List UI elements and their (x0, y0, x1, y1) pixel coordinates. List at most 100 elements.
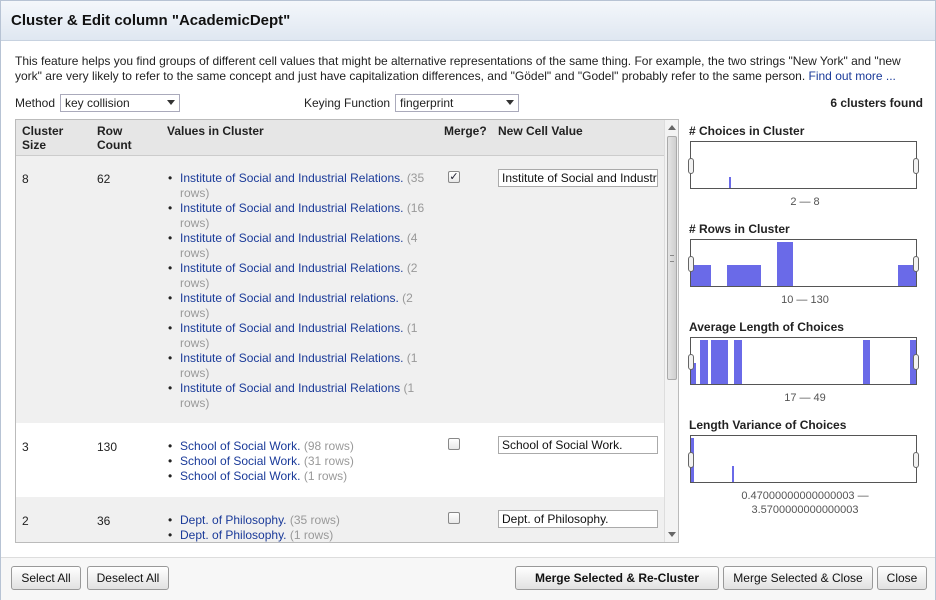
table-row: 3 130 School of Social Work. (98 rows) S… (16, 423, 664, 497)
value-text[interactable]: Dept. of Philosophy. (180, 528, 287, 542)
method-select-value: key collision (65, 96, 130, 110)
facet-range: 0.47000000000000003 — 3.5700000000000003 (741, 490, 869, 516)
cluster-size: 8 (22, 172, 29, 186)
list-item: Institute of Social and Industrial Relat… (166, 201, 436, 231)
range-handle-left[interactable] (688, 256, 694, 272)
facet-title: # Rows in Cluster (689, 222, 790, 236)
keying-function-label: Keying Function (304, 96, 391, 110)
scrollbar-thumb[interactable] (667, 136, 677, 380)
close-button[interactable]: Close (877, 566, 927, 590)
method-label: Method (15, 96, 56, 110)
list-item: Institute of Social and Industrial Relat… (166, 171, 436, 201)
clusters-found-count: 6 clusters found (830, 96, 923, 110)
range-handle-right[interactable] (913, 452, 919, 468)
scroll-down-icon[interactable] (668, 532, 676, 537)
clusters-table-body: 8 62 Institute of Social and Industrial … (16, 156, 664, 542)
histogram[interactable] (688, 337, 919, 385)
histogram-bar (731, 465, 735, 482)
method-select[interactable]: key collision (60, 94, 180, 112)
value-count: (98 rows) (303, 439, 354, 453)
range-handle-left[interactable] (688, 158, 694, 174)
chevron-down-icon (506, 100, 514, 105)
scroll-up-icon[interactable] (668, 125, 676, 130)
list-item: School of Social Work. (1 rows) (166, 469, 436, 484)
merge-checkbox[interactable] (448, 438, 460, 450)
keying-function-select[interactable]: fingerprint (395, 94, 519, 112)
cluster-edit-dialog: Cluster & Edit column "AcademicDept" Thi… (0, 0, 936, 600)
list-item: Institute of Social and Industrial Relat… (166, 261, 436, 291)
facet-range: 10 — 130 (781, 294, 829, 306)
cluster-controls: Method key collision Keying Function fin… (15, 94, 923, 112)
value-text[interactable]: Institute of Social and Industrial relat… (180, 291, 399, 305)
chevron-down-icon (167, 100, 175, 105)
row-count: 62 (97, 172, 111, 186)
find-out-more-link[interactable]: Find out more ... (809, 69, 896, 83)
dialog-titlebar[interactable]: Cluster & Edit column "AcademicDept" (1, 1, 935, 41)
facet-average-length: Average Length of Choices 17 — 49 (687, 315, 923, 413)
cluster-size: 2 (22, 514, 29, 528)
merge-checkbox[interactable] (448, 512, 460, 524)
dialog-title: Cluster & Edit column "AcademicDept" (11, 12, 291, 29)
value-text[interactable]: School of Social Work. (180, 469, 304, 483)
list-item: Institute of Social and Industrial relat… (166, 291, 436, 321)
select-all-button[interactable]: Select All (11, 566, 81, 590)
value-text[interactable]: Institute of Social and Industrial Relat… (180, 231, 403, 245)
facet-rows-in-cluster: # Rows in Cluster 10 — 130 (687, 217, 923, 315)
range-handle-right[interactable] (913, 158, 919, 174)
facet-length-variance: Length Variance of Choices 0.47000000000… (687, 413, 923, 543)
header-row-count[interactable]: Row Count (97, 124, 157, 152)
facet-title: Average Length of Choices (689, 320, 844, 334)
value-text[interactable]: School of Social Work. (180, 439, 301, 453)
histogram-bar (700, 340, 708, 384)
list-item: Institute of Social and Industrial Relat… (166, 381, 436, 411)
range-handle-right[interactable] (913, 256, 919, 272)
row-count: 36 (97, 514, 111, 528)
value-text[interactable]: Institute of Social and Industrial Relat… (180, 351, 407, 365)
header-cluster-size[interactable]: Cluster Size (22, 124, 82, 152)
facet-choices-in-cluster: # Choices in Cluster 2 — 8 (687, 119, 923, 217)
value-text[interactable]: Institute of Social and Industrial Relat… (180, 171, 403, 185)
facet-title: # Choices in Cluster (689, 124, 805, 138)
value-text[interactable]: School of Social Work. (180, 454, 301, 468)
table-row: 2 36 Dept. of Philosophy. (35 rows) Dept… (16, 497, 664, 542)
value-text[interactable]: Institute of Social and Industrial Relat… (180, 381, 400, 395)
range-handle-right[interactable] (913, 354, 919, 370)
list-item: Institute of Social and Industrial Relat… (166, 231, 436, 261)
range-handle-left[interactable] (688, 452, 694, 468)
value-text[interactable]: Institute of Social and Industrial Relat… (180, 261, 403, 275)
list-item: School of Social Work. (98 rows) (166, 439, 436, 454)
value-text[interactable]: Institute of Social and Industrial Relat… (180, 201, 403, 215)
histogram-bar (711, 340, 729, 384)
checkmark-icon: ✓ (449, 171, 459, 183)
histogram-bar (727, 265, 761, 286)
keying-function-value: fingerprint (400, 96, 454, 110)
value-count: (35 rows) (289, 513, 340, 527)
value-text[interactable]: Institute of Social and Industrial Relat… (180, 321, 403, 335)
new-cell-value-input[interactable]: Institute of Social and Industrial Relat… (498, 169, 658, 187)
value-text[interactable]: Dept. of Philosophy. (180, 513, 287, 527)
value-count: (1 rows) (289, 528, 334, 542)
list-item: Dept. of Philosophy. (1 rows) (166, 528, 436, 542)
histogram[interactable] (688, 239, 919, 287)
value-count: (31 rows) (303, 454, 354, 468)
new-cell-value-input[interactable]: School of Social Work. (498, 436, 658, 454)
histogram-bar (863, 340, 870, 384)
header-merge: Merge? (444, 124, 487, 138)
grip-icon (670, 255, 674, 262)
new-cell-value-input[interactable]: Dept. of Philosophy. (498, 510, 658, 528)
facet-range: 2 — 8 (790, 196, 820, 208)
histogram[interactable] (688, 435, 919, 483)
deselect-all-button[interactable]: Deselect All (87, 566, 169, 590)
list-item: Institute of Social and Industrial Relat… (166, 321, 436, 351)
range-handle-left[interactable] (688, 354, 694, 370)
facet-title: Length Variance of Choices (689, 418, 847, 432)
table-scrollbar[interactable] (664, 120, 678, 542)
merge-close-button[interactable]: Merge Selected & Close (723, 566, 873, 590)
merge-checkbox[interactable]: ✓ (448, 171, 460, 183)
header-new-cell-value: New Cell Value (498, 124, 583, 138)
cluster-size: 3 (22, 440, 29, 454)
merge-recluster-button[interactable]: Merge Selected & Re-Cluster (515, 566, 719, 590)
histogram[interactable] (688, 141, 919, 189)
facets-panel: # Choices in Cluster 2 — 8 # Rows in Clu… (687, 119, 923, 543)
clusters-table: Cluster Size Row Count Values in Cluster… (15, 119, 679, 543)
